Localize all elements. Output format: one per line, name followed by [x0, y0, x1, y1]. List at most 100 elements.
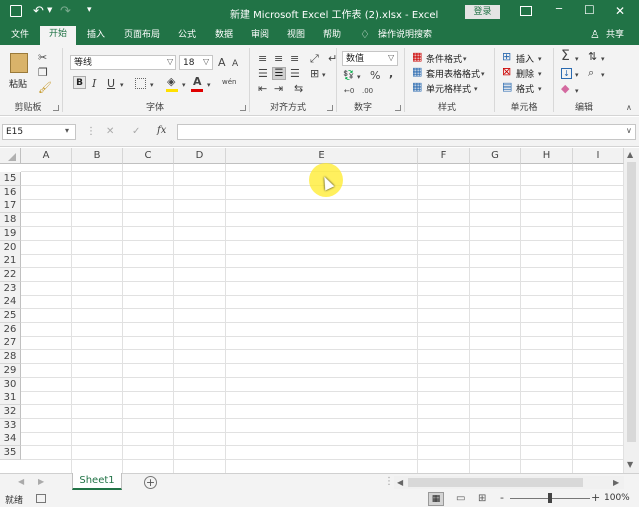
undo-icon[interactable]: ↶ [33, 4, 44, 19]
format-cells-icon[interactable]: ▤ [502, 81, 512, 93]
alignment-launcher-icon[interactable] [327, 105, 333, 111]
bottom-align-icon[interactable]: ≡ [290, 53, 299, 65]
column-header-h[interactable]: H [521, 148, 573, 164]
conditional-format-button[interactable]: 条件格式 [426, 52, 462, 65]
row-header-15[interactable]: 15 [0, 172, 21, 186]
tab-review[interactable]: 审阅 [246, 27, 274, 45]
paste-label[interactable]: 粘贴 [9, 77, 27, 90]
scroll-right-icon[interactable]: ▶ [613, 478, 619, 487]
conditional-format-icon[interactable]: ▦ [412, 51, 422, 63]
cell-styles-button[interactable]: 单元格样式 [426, 82, 471, 95]
increase-indent-icon[interactable]: ⇥ [274, 83, 283, 95]
font-name-select[interactable]: 等线 [70, 55, 176, 70]
chevron-down-icon[interactable]: ▾ [322, 69, 326, 81]
scroll-down-icon[interactable]: ▼ [627, 460, 633, 469]
row-header-17[interactable]: 17 [0, 199, 21, 213]
merge-center-icon[interactable]: ⊞ [310, 68, 319, 80]
chevron-down-icon[interactable]: ▾ [474, 83, 478, 95]
tab-page-layout[interactable]: 页面布局 [120, 27, 164, 45]
fill-color-icon[interactable]: ◈ [167, 76, 175, 88]
tab-insert[interactable]: 插入 [82, 27, 110, 45]
column-header-g[interactable]: G [470, 148, 521, 164]
sheet-tab-sheet1[interactable]: Sheet1 [72, 473, 122, 490]
zoom-slider[interactable] [510, 493, 590, 503]
chevron-down-icon[interactable]: ▾ [601, 53, 605, 65]
chevron-down-icon[interactable]: ▾ [538, 68, 542, 80]
column-header-a[interactable]: A [21, 148, 72, 164]
increase-decimal-icon[interactable]: ←0 [344, 85, 354, 97]
top-align-icon[interactable]: ≡ [258, 53, 267, 65]
scroll-left-icon[interactable]: ◀ [397, 478, 403, 487]
tab-splitter-icon[interactable]: ⋮ [384, 476, 394, 487]
row-header-29[interactable]: 29 [0, 364, 21, 378]
tell-me-search[interactable]: 操作说明搜索 [378, 27, 440, 45]
paste-icon[interactable] [10, 53, 28, 73]
italic-button[interactable]: I [92, 78, 96, 90]
previous-sheet-icon[interactable]: ◀ [18, 477, 24, 486]
decrease-indent-icon[interactable]: ⇤ [258, 83, 267, 95]
column-header-f[interactable]: F [418, 148, 470, 164]
undo-dropdown-icon[interactable]: ▼ [47, 6, 52, 14]
row-header-20[interactable]: 20 [0, 241, 21, 255]
sort-filter-icon[interactable]: ⇅ [588, 51, 597, 63]
accounting-format-icon[interactable]: 💱 [343, 70, 354, 82]
add-sheet-icon[interactable]: + [144, 476, 157, 489]
clear-icon[interactable]: ◆ [561, 83, 569, 95]
chevron-down-icon[interactable]: ▾ [601, 69, 605, 81]
align-left-icon[interactable]: ☰ [258, 68, 268, 80]
chevron-down-icon[interactable]: ▾ [120, 79, 124, 91]
chevron-down-icon[interactable]: ▾ [357, 71, 361, 83]
format-cells-button[interactable]: 格式 [516, 82, 534, 95]
column-header-c[interactable]: C [123, 148, 174, 164]
tab-formulas[interactable]: 公式 [174, 27, 200, 45]
chevron-down-icon[interactable]: ▾ [575, 85, 579, 97]
row-header-23[interactable]: 23 [0, 282, 21, 296]
chevron-down-icon[interactable]: ▾ [150, 79, 154, 91]
copy-icon[interactable]: ❐ [38, 67, 48, 79]
align-center-icon[interactable]: ☰ [272, 67, 286, 80]
format-painter-icon[interactable]: 🖌 [38, 82, 52, 94]
horizontal-scrollbar[interactable]: ◀ ▶ [394, 476, 624, 489]
insert-cells-button[interactable]: 插入 [516, 52, 534, 65]
next-sheet-icon[interactable]: ▶ [38, 477, 44, 486]
clipboard-launcher-icon[interactable] [53, 105, 59, 111]
splitter-handle-icon[interactable]: ⋮ [86, 126, 96, 137]
vertical-scrollbar[interactable]: ▲ ▼ [624, 148, 639, 473]
bold-button[interactable]: B [73, 76, 86, 89]
expand-formula-icon[interactable]: ∨ [626, 126, 632, 135]
share-button[interactable]: 共享 [603, 27, 627, 45]
row-header-25[interactable]: 25 [0, 309, 21, 323]
find-select-icon[interactable]: ⌕ [588, 67, 594, 79]
row-header-28[interactable]: 28 [0, 350, 21, 364]
cut-icon[interactable]: ✂ [38, 52, 47, 64]
zoom-slider-thumb[interactable] [548, 493, 552, 503]
border-icon[interactable] [135, 78, 146, 89]
zoom-in-button[interactable]: + [591, 491, 600, 504]
row-header-32[interactable]: 32 [0, 405, 21, 419]
ribbon-display-icon[interactable] [520, 6, 532, 16]
row-header-24[interactable]: 24 [0, 295, 21, 309]
page-layout-view-icon[interactable]: ▭ [456, 493, 465, 504]
row-header-30[interactable]: 30 [0, 378, 21, 392]
chevron-down-icon[interactable]: ▾ [463, 53, 467, 65]
zoom-out-button[interactable]: - [500, 491, 504, 504]
row-header-33[interactable]: 33 [0, 419, 21, 433]
decrease-decimal-icon[interactable]: .00 [362, 85, 373, 97]
shrink-font-icon[interactable]: A [232, 58, 238, 70]
row-header-16[interactable]: 16 [0, 186, 21, 200]
row-header-22[interactable]: 22 [0, 268, 21, 282]
phonetic-guide-icon[interactable]: wén [222, 76, 236, 88]
chevron-down-icon[interactable]: ▾ [65, 126, 69, 135]
column-header-i[interactable]: I [573, 148, 624, 164]
worksheet-grid[interactable]: A B C D E F G H I 15 16 17 18 19 20 21 22 23 24 25 26 27 28 29 3… [0, 148, 624, 473]
format-as-table-button[interactable]: 套用表格格式 [426, 67, 480, 80]
fill-icon[interactable]: ↓ [561, 68, 572, 79]
percent-button[interactable]: % [370, 70, 380, 82]
formula-input[interactable] [177, 124, 636, 140]
scroll-up-icon[interactable]: ▲ [627, 150, 633, 159]
row-header-34[interactable]: 34 [0, 432, 21, 446]
maximize-button[interactable]: ☐ [584, 3, 595, 17]
column-header-e[interactable]: E [226, 148, 418, 164]
font-launcher-icon[interactable] [240, 105, 246, 111]
align-right-icon[interactable]: ☰ [290, 68, 300, 80]
